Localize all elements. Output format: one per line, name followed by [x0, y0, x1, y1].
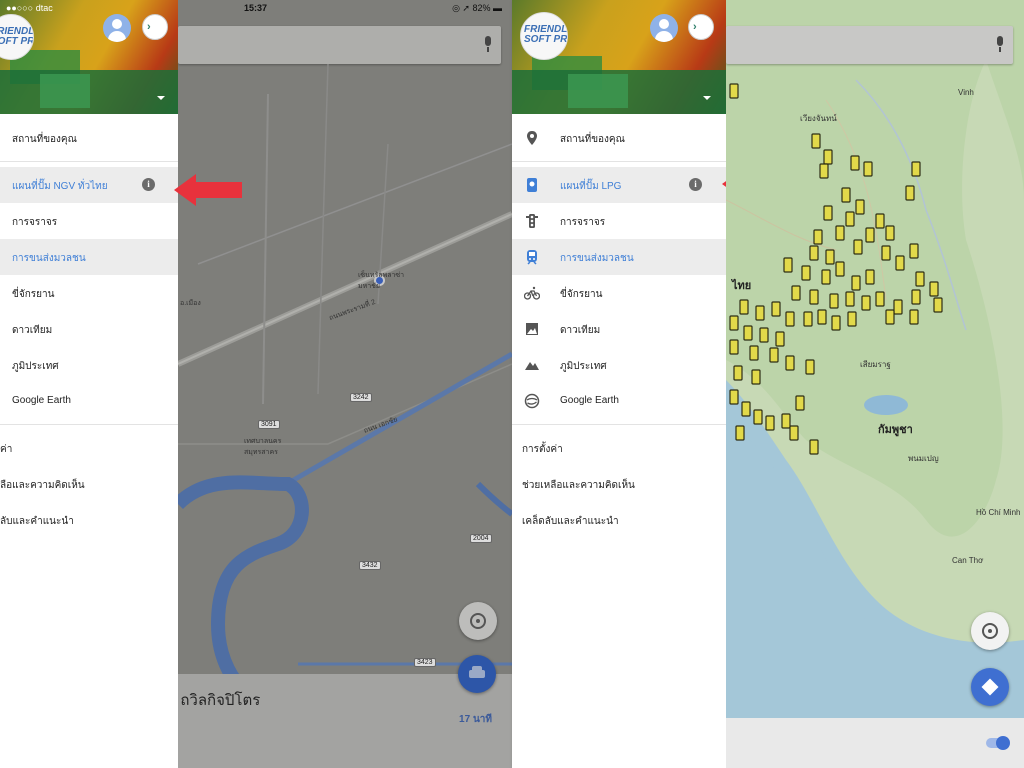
menu-item-tips[interactable]: เคล็ดลับและคำแนะนำ — [512, 502, 726, 538]
menu-item-satellite[interactable]: ดาวเทียม — [512, 311, 726, 347]
layer-toggle[interactable] — [986, 736, 1010, 750]
menu-item-satellite[interactable]: ดาวเทียม — [0, 311, 178, 347]
menu-item-google-earth[interactable]: Google Earth — [512, 383, 726, 419]
my-location-button[interactable] — [459, 602, 497, 640]
menu-item-your-places[interactable]: สถานที่ของคุณ — [512, 120, 726, 156]
map-roads — [178, 64, 512, 684]
earth-icon — [524, 393, 540, 409]
map-terrain — [726, 0, 1024, 768]
directions-card[interactable]: . ถวิลกิจปิโตร 17 นาที — [178, 674, 512, 768]
search-bar[interactable] — [726, 26, 1013, 64]
my-location-button[interactable] — [971, 612, 1009, 650]
map-view-right[interactable]: Vinh เวียงจันทน์ ไทย เสียมราฐ กัมพูชา พน… — [726, 0, 1024, 768]
account-logo[interactable]: FRIENDLYSOFT PRO — [520, 12, 568, 60]
drive-directions-button[interactable] — [458, 655, 496, 693]
menu-item-your-places[interactable]: สถานที่ของคุณ — [0, 120, 178, 156]
menu-item-google-earth[interactable]: Google Earth — [0, 383, 178, 419]
drawer-menu: สถานที่ของคุณ แผนที่ปั๊ม NGV ทั่วไทย i ก… — [0, 120, 178, 538]
bike-icon — [524, 286, 540, 300]
drawer-header: FRIENDLYSOFT PRO › — [512, 0, 726, 114]
menu-item-terrain[interactable]: ภูมิประเทศ — [512, 347, 726, 383]
menu-item-traffic[interactable]: การจราจร — [512, 203, 726, 239]
menu-item-help[interactable]: ช่วยเหลือและความคิดเห็น — [512, 466, 726, 502]
search-bar[interactable] — [178, 26, 501, 64]
menu-item-lpg-map[interactable]: แผนที่ปั๊ม LPG i — [512, 167, 726, 203]
drawer-menu: สถานที่ของคุณ แผนที่ปั๊ม LPG i การจราจร … — [512, 120, 726, 538]
menu-item-settings[interactable]: ค่า — [0, 430, 178, 466]
traffic-light-icon — [526, 214, 538, 228]
info-icon[interactable]: i — [689, 178, 702, 191]
map-pin-icon — [527, 178, 537, 192]
map-poi-label: เซ็นทรัลพลาซ่า มหาชัย — [358, 272, 405, 290]
menu-item-settings[interactable]: การตั้งค่า — [512, 430, 726, 466]
microphone-icon[interactable] — [995, 36, 1005, 53]
satellite-icon — [526, 323, 538, 335]
drawer-header: ●●○○○ dtac FRIENDLYSOFT PRO › — [0, 0, 178, 114]
menu-item-bicycling[interactable]: ขี่จักรยาน — [512, 275, 726, 311]
secondary-account-icon[interactable]: › — [688, 14, 714, 40]
account-switch-caret-icon[interactable] — [703, 96, 711, 100]
bottom-panel — [726, 718, 1024, 768]
status-bar: 15:37 ◎ ➚ 82% ▬ — [244, 3, 502, 13]
menu-item-transit[interactable]: การขนส่งมวลชน — [0, 239, 178, 275]
red-arrow-icon — [174, 174, 242, 206]
info-icon[interactable]: i — [142, 178, 155, 191]
menu-item-traffic[interactable]: การจราจร — [0, 203, 178, 239]
menu-item-help[interactable]: ลือและความคิดเห็น — [0, 466, 178, 502]
menu-item-tips[interactable]: ลับและคำแนะนำ — [0, 502, 178, 538]
map-label-municipality: เทศบาลนคร สมุทรสาคร — [244, 438, 282, 456]
terrain-icon — [525, 362, 539, 370]
secondary-account-icon[interactable]: › — [142, 14, 168, 40]
microphone-icon[interactable] — [483, 36, 493, 53]
status-carrier: ●●○○○ dtac — [6, 3, 53, 13]
menu-item-terrain[interactable]: ภูมิประเทศ — [0, 347, 178, 383]
avatar[interactable] — [103, 14, 131, 42]
map-view-left[interactable]: 15:37 ◎ ➚ 82% ▬ เซ็นทรัลพลาซ่า มหาชัย เทศ… — [178, 0, 512, 768]
avatar[interactable] — [650, 14, 678, 42]
navigate-button[interactable] — [971, 668, 1009, 706]
menu-item-transit[interactable]: การขนส่งมวลชน — [512, 239, 726, 275]
menu-item-ngv-map[interactable]: แผนที่ปั๊ม NGV ทั่วไทย i — [0, 167, 178, 203]
account-switch-caret-icon[interactable] — [157, 96, 165, 100]
transit-icon — [527, 250, 537, 265]
nav-drawer-right: FRIENDLYSOFT PRO › สถานที่ของคุณ แผนที่ป… — [512, 0, 726, 768]
menu-item-bicycling[interactable]: ขี่จักรยาน — [0, 275, 178, 311]
place-pin-icon — [527, 131, 537, 145]
screenshot: ●●○○○ dtac FRIENDLYSOFT PRO › สถานที่ของ… — [0, 0, 1024, 768]
nav-drawer-left: ●●○○○ dtac FRIENDLYSOFT PRO › สถานที่ของ… — [0, 0, 178, 768]
